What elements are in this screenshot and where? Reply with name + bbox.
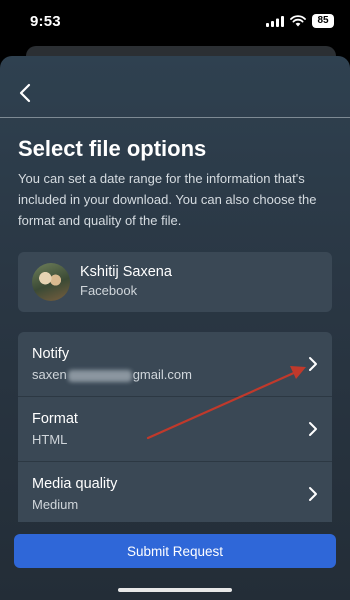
chevron-right-icon	[309, 357, 317, 371]
file-options-list: Notify saxen gmail.com Format HTML Media …	[18, 332, 332, 522]
option-media-quality-label: Media quality	[32, 476, 118, 492]
option-notify-label: Notify	[32, 346, 70, 362]
wifi-icon	[290, 15, 306, 27]
avatar	[32, 263, 70, 301]
chevron-right-icon	[309, 422, 317, 436]
redacted-email-part	[67, 369, 132, 382]
bottom-sheet: Select file options You can set a date r…	[0, 56, 350, 600]
email-suffix: gmail.com	[132, 367, 192, 382]
account-name: Kshitij Saxena	[80, 264, 172, 280]
option-format-label: Format	[32, 411, 78, 427]
account-card: Kshitij Saxena Facebook	[18, 252, 332, 312]
status-bar: 9:53 85	[0, 0, 350, 44]
home-indicator	[118, 588, 232, 592]
page-title: Select file options	[18, 136, 207, 161]
status-icons: 85	[266, 14, 334, 28]
header-divider	[0, 117, 350, 118]
battery-level: 85	[312, 14, 334, 28]
option-format-value: HTML	[32, 432, 68, 447]
account-platform: Facebook	[80, 283, 138, 298]
option-notify[interactable]: Notify saxen gmail.com	[18, 332, 332, 396]
option-media-quality-value: Medium	[32, 497, 79, 512]
option-format[interactable]: Format HTML	[18, 397, 332, 461]
option-notify-value: saxen gmail.com	[32, 367, 192, 382]
submit-request-button[interactable]: Submit Request	[14, 534, 336, 568]
email-prefix: saxen	[32, 367, 67, 382]
chevron-right-icon	[309, 487, 317, 501]
status-time: 9:53	[30, 13, 61, 30]
page-description: You can set a date range for the informa…	[18, 171, 317, 228]
option-media-quality[interactable]: Media quality Medium	[18, 462, 332, 522]
chevron-left-icon	[19, 83, 31, 103]
signal-icon	[266, 15, 284, 27]
back-button[interactable]	[8, 76, 42, 110]
